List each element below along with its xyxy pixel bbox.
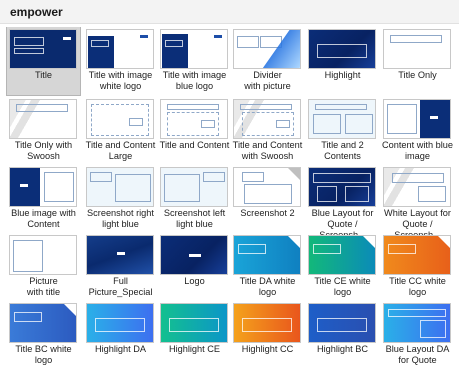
layout-thumbnail (9, 167, 77, 207)
layout-option-hl-bc[interactable]: Highlight BC (306, 301, 379, 369)
layout-label: Blue image with Content (11, 208, 76, 229)
layout-gallery-panel: empower Title Title with image white logo… (0, 0, 459, 376)
layout-thumbnail (86, 99, 154, 139)
layout-label: Title (34, 70, 52, 80)
layout-option-hl-cc[interactable]: Highlight CC (231, 301, 304, 369)
layout-thumbnail (308, 235, 376, 275)
layout-option-bc[interactable]: Title BC white logo (7, 301, 80, 369)
layout-thumbnail (233, 235, 301, 275)
layout-thumbnail (9, 99, 77, 139)
gallery-header: empower (0, 0, 459, 24)
layout-option-title-only[interactable]: Title Only (381, 27, 454, 95)
layout-option-blue-content[interactable]: Blue image with Content (7, 165, 80, 233)
layout-thumbnail (160, 235, 228, 275)
layout-option-logo[interactable]: Logo (158, 233, 231, 301)
layout-option-highlight[interactable]: Highlight (306, 27, 379, 95)
layout-thumbnail (160, 99, 228, 139)
layout-option-hl-ce[interactable]: Highlight CE (158, 301, 231, 369)
layout-thumbnail (383, 29, 451, 69)
layout-option-ss-left[interactable]: Screenshot left light blue (158, 165, 231, 233)
layout-thumbnail (86, 303, 154, 343)
layout-label: Title and Content with Swoosh (232, 140, 303, 161)
layout-thumbnail (308, 167, 376, 207)
layout-label: Title Only (398, 70, 437, 80)
layout-label: Blue Layout DA for Quote (385, 344, 450, 365)
title-placeholder (14, 37, 44, 46)
layout-thumbnail (383, 99, 451, 139)
layout-thumbnail (160, 167, 228, 207)
layout-option-da[interactable]: Title DA white logo (231, 233, 304, 301)
layout-label: Title CE white logo (314, 276, 371, 297)
layout-option-blue-da[interactable]: Blue Layout DA for Quote (381, 301, 454, 369)
layout-label: Screenshot left light blue (163, 208, 226, 229)
layout-label: Title with image blue logo (162, 70, 227, 91)
layout-thumbnail (233, 99, 301, 139)
layout-label: Screenshot 2 (240, 208, 295, 218)
layout-label: Screenshot right light blue (87, 208, 154, 229)
layout-label: Highlight DA (94, 344, 147, 354)
layout-option-content-swoosh[interactable]: Title and Content with Swoosh (231, 97, 304, 165)
layout-thumbnail (233, 303, 301, 343)
layout-label: Content with blue image (382, 140, 453, 161)
layout-label: Picture with title (26, 276, 61, 297)
layout-option-ss2[interactable]: Screenshot 2 (231, 165, 304, 233)
layout-label: Divider with picture (244, 70, 291, 91)
layout-thumbnail (233, 29, 301, 69)
layout-option-content-large[interactable]: Title and Content Large (84, 97, 157, 165)
layout-label: Logo (184, 276, 205, 286)
layout-thumbnail (86, 29, 154, 69)
layout-option-ss-right[interactable]: Screenshot right light blue (84, 165, 157, 233)
layout-option-img-blue[interactable]: Title with image blue logo (158, 27, 231, 95)
layout-option-hl-da[interactable]: Highlight DA (84, 301, 157, 369)
layout-thumbnail (9, 29, 77, 69)
layout-thumbnail (86, 167, 154, 207)
layout-label: Title DA white logo (239, 276, 296, 297)
layout-label: Title and Content Large (85, 140, 156, 161)
subtitle-placeholder (14, 48, 44, 54)
layout-thumbnail (86, 235, 154, 275)
layout-thumbnail (383, 303, 451, 343)
layout-option-two[interactable]: Title and 2 Contents (306, 97, 379, 165)
layout-label: Title BC white logo (15, 344, 72, 365)
layout-option-content-blue[interactable]: Content with blue image (381, 97, 454, 165)
layout-thumbnail (9, 303, 77, 343)
gallery-title: empower (10, 5, 63, 19)
layout-label: Title and 2 Contents (321, 140, 364, 161)
layout-option-img-white[interactable]: Title with image white logo (84, 27, 157, 95)
layout-label: Title Only with Swoosh (14, 140, 73, 161)
layout-option-ce[interactable]: Title CE white logo (306, 233, 379, 301)
layout-option-content[interactable]: Title and Content (158, 97, 231, 165)
layout-label: Highlight CC (241, 344, 294, 354)
layout-thumbnail (9, 235, 77, 275)
layout-thumbnail (308, 303, 376, 343)
layout-grid: Title Title with image white logo Title wi… (0, 27, 459, 376)
layout-option-divider[interactable]: Divider with picture (231, 27, 304, 95)
layout-thumbnail (383, 235, 451, 275)
layout-option-blue-quote[interactable]: Blue Layout for Quote / Screensh... (306, 165, 379, 240)
layout-label: Highlight CE (168, 344, 221, 354)
layout-thumbnail (160, 303, 228, 343)
layout-thumbnail (233, 167, 301, 207)
layout-option-swoosh[interactable]: Title Only with Swoosh (7, 97, 80, 165)
layout-option-cc[interactable]: Title CC white logo (381, 233, 454, 301)
layout-label: Full Picture_Special (88, 276, 153, 297)
layout-thumbnail (308, 99, 376, 139)
layout-option-white-quote[interactable]: White Layout for Quote / Screensh... (381, 165, 454, 240)
layout-thumbnail (308, 29, 376, 69)
layout-thumbnail (160, 29, 228, 69)
layout-label: Highlight (324, 70, 361, 80)
layout-option-full-picture[interactable]: Full Picture_Special (84, 233, 157, 301)
layout-label: Title with image white logo (88, 70, 153, 91)
layout-label: Title CC white logo (389, 276, 446, 297)
layout-label: Highlight BC (316, 344, 369, 354)
logo-mark (63, 37, 71, 40)
layout-thumbnail (383, 167, 451, 207)
layout-label: Title and Content (159, 140, 230, 150)
layout-option-title[interactable]: Title (6, 27, 81, 96)
layout-option-picture[interactable]: Picture with title (7, 233, 80, 301)
